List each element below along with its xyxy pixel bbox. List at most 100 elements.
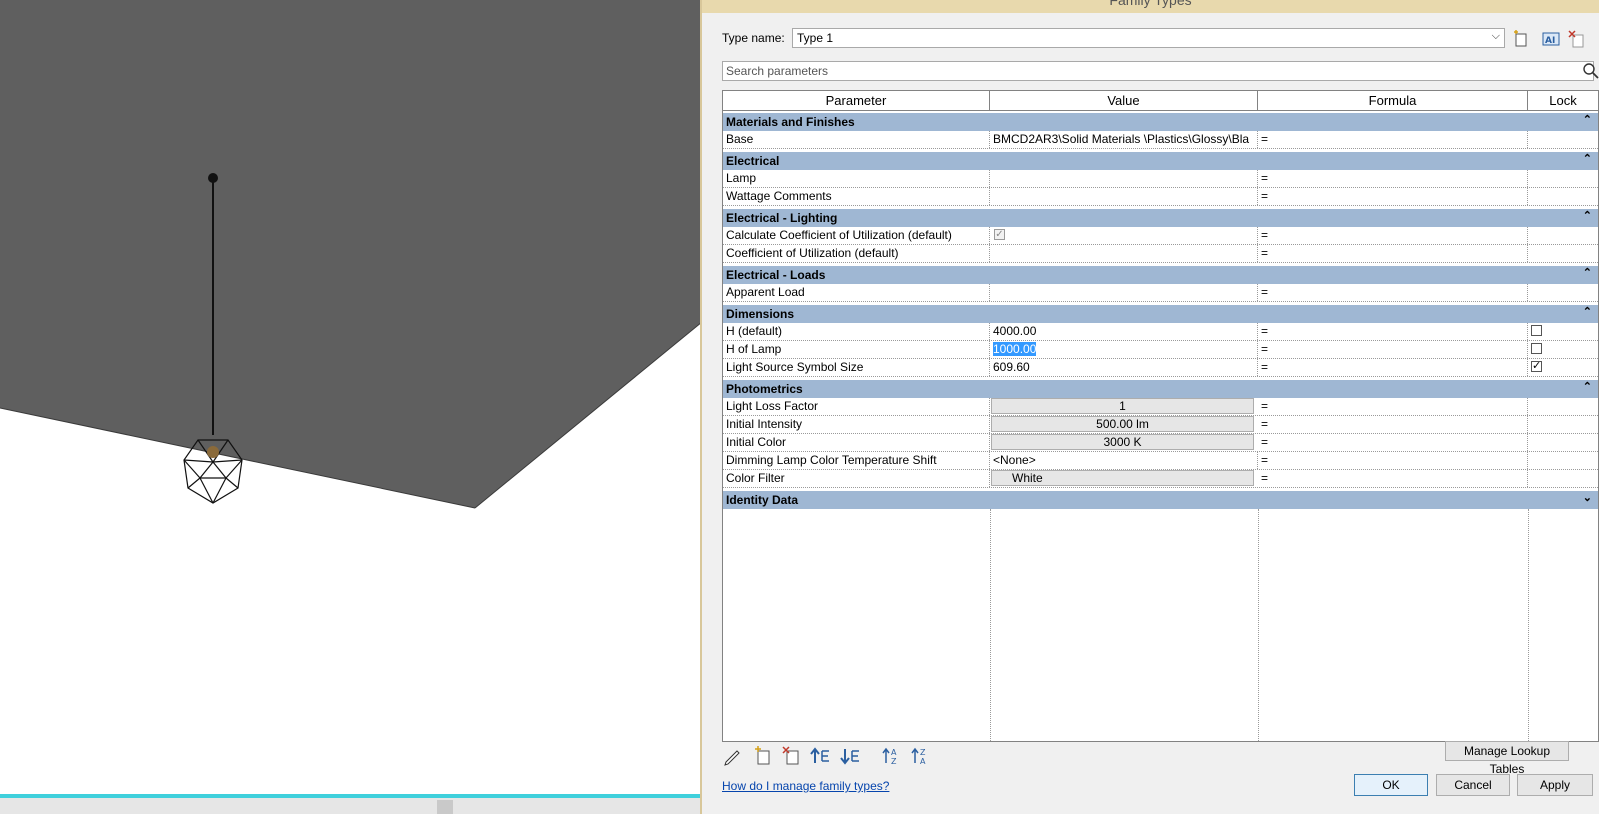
expand-chevron-icon[interactable]: ⌄ [1583,491,1592,504]
param-formula[interactable]: = [1258,470,1528,487]
param-row-light-loss-factor[interactable]: Light Loss Factor 1 = [723,398,1598,416]
initial-color-button[interactable]: 3000 K [991,434,1254,450]
param-lock [1528,170,1598,187]
collapse-chevron-icon[interactable]: ⌃ [1583,305,1592,318]
collapse-chevron-icon[interactable]: ⌃ [1583,209,1592,222]
group-electrical[interactable]: Electrical ⌃ [723,152,1598,170]
param-row-initial-intensity[interactable]: Initial Intensity 500.00 lm = [723,416,1598,434]
calc-cu-checkbox[interactable]: ✓ [994,229,1005,240]
param-value[interactable]: 4000.00 [990,323,1258,340]
type-name-select[interactable]: Type 1 ⌵ [792,28,1505,48]
parameters-grid[interactable]: Parameter Value Formula Lock Materials a… [722,90,1599,742]
param-formula[interactable]: = [1258,434,1528,451]
param-row-base[interactable]: Base BMCD2AR3\Solid Materials \Plastics\… [723,131,1598,149]
new-parameter-icon[interactable] [752,746,774,766]
sort-ascending-icon[interactable]: A Z [882,746,904,766]
sort-descending-icon[interactable]: Z A [911,746,933,766]
param-formula[interactable]: = [1258,131,1528,148]
param-formula[interactable]: = [1258,416,1528,433]
cancel-button[interactable]: Cancel [1436,774,1510,796]
collapse-chevron-icon[interactable]: ⌃ [1583,113,1592,126]
new-type-icon[interactable] [1512,30,1530,48]
group-label: Photometrics [726,382,803,396]
apply-button[interactable]: Apply [1517,774,1593,796]
param-lock [1528,131,1598,148]
param-lock [1528,416,1598,433]
dialog-titlebar[interactable]: Family Types [702,0,1599,13]
param-row-h-of-lamp[interactable]: H of Lamp 1000.00 = [723,341,1598,359]
param-formula[interactable]: = [1258,170,1528,187]
initial-intensity-button[interactable]: 500.00 lm [991,416,1254,432]
search-parameters-input[interactable]: Search parameters [722,61,1594,81]
param-row-dimming-shift[interactable]: Dimming Lamp Color Temperature Shift <No… [723,452,1598,470]
param-formula[interactable]: = [1258,359,1528,376]
param-formula[interactable]: = [1258,227,1528,244]
param-row-light-source-size[interactable]: Light Source Symbol Size 609.60 = ✓ [723,359,1598,377]
edit-parameter-icon[interactable] [722,746,744,766]
light-loss-factor-button[interactable]: 1 [991,398,1254,414]
param-value[interactable]: BMCD2AR3\Solid Materials \Plastics\Gloss… [990,131,1258,148]
param-row-lamp[interactable]: Lamp = [723,170,1598,188]
move-up-icon[interactable] [810,746,832,766]
color-filter-button[interactable]: White [991,470,1254,486]
param-formula[interactable]: = [1258,452,1528,469]
param-lock [1528,227,1598,244]
delete-parameter-icon[interactable] [781,746,803,766]
group-materials-and-finishes[interactable]: Materials and Finishes ⌃ [723,113,1598,131]
param-row-apparent-load[interactable]: Apparent Load = [723,284,1598,302]
param-row-initial-color[interactable]: Initial Color 3000 K = [723,434,1598,452]
param-formula[interactable]: = [1258,188,1528,205]
param-value[interactable] [990,170,1258,187]
delete-type-icon[interactable] [1568,30,1586,48]
ok-button[interactable]: OK [1354,774,1428,796]
param-lock[interactable] [1528,341,1598,358]
param-formula[interactable]: = [1258,245,1528,262]
param-row-cu[interactable]: Coefficient of Utilization (default) = [723,245,1598,263]
help-link[interactable]: How do I manage family types? [722,779,889,793]
param-value[interactable]: 609.60 [990,359,1258,376]
search-icon[interactable] [1582,62,1599,80]
param-formula[interactable]: = [1258,341,1528,358]
group-electrical-loads[interactable]: Electrical - Loads ⌃ [723,266,1598,284]
rename-type-icon[interactable]: AI [1542,30,1560,48]
param-value[interactable] [990,284,1258,301]
group-photometrics[interactable]: Photometrics ⌃ [723,380,1598,398]
move-down-icon[interactable] [840,746,862,766]
param-formula[interactable]: = [1258,284,1528,301]
manage-lookup-tables-button[interactable]: Manage Lookup Tables [1445,741,1569,776]
param-name: Coefficient of Utilization (default) [723,245,990,262]
group-dimensions[interactable]: Dimensions ⌃ [723,305,1598,323]
param-value[interactable]: <None> [990,452,1258,469]
param-value[interactable]: ✓ [990,227,1258,244]
group-identity-data[interactable]: Identity Data ⌄ [723,491,1598,509]
view-scrollbar[interactable] [0,798,702,814]
column-header-parameter[interactable]: Parameter [723,91,990,111]
dialog-title: Family Types [1109,0,1192,8]
param-row-calc-cu[interactable]: Calculate Coefficient of Utilization (de… [723,227,1598,245]
lock-checkbox-checked[interactable]: ✓ [1531,361,1542,372]
group-electrical-lighting[interactable]: Electrical - Lighting ⌃ [723,209,1598,227]
column-header-value[interactable]: Value [990,91,1258,111]
view-scrollbar-thumb[interactable] [437,800,453,814]
param-formula[interactable]: = [1258,323,1528,340]
selected-value-text[interactable]: 1000.00 [993,342,1037,356]
param-value[interactable] [990,188,1258,205]
column-header-formula[interactable]: Formula [1258,91,1528,111]
collapse-chevron-icon[interactable]: ⌃ [1583,152,1592,165]
param-row-color-filter[interactable]: Color Filter White = [723,470,1598,488]
lock-checkbox[interactable] [1531,325,1542,336]
param-value-editing[interactable]: 1000.00 [990,341,1258,358]
collapse-chevron-icon[interactable]: ⌃ [1583,266,1592,279]
param-lock[interactable] [1528,323,1598,340]
3d-viewport[interactable] [0,0,702,814]
collapse-chevron-icon[interactable]: ⌃ [1583,380,1592,393]
param-value[interactable] [990,245,1258,262]
param-formula[interactable]: = [1258,398,1528,415]
param-lock[interactable]: ✓ [1528,359,1598,376]
param-name: H (default) [723,323,990,340]
column-header-lock[interactable]: Lock [1528,91,1598,111]
param-row-wattage-comments[interactable]: Wattage Comments = [723,188,1598,206]
lock-checkbox[interactable] [1531,343,1542,354]
param-row-h-default[interactable]: H (default) 4000.00 = [723,323,1598,341]
svg-text:Z: Z [920,748,926,757]
